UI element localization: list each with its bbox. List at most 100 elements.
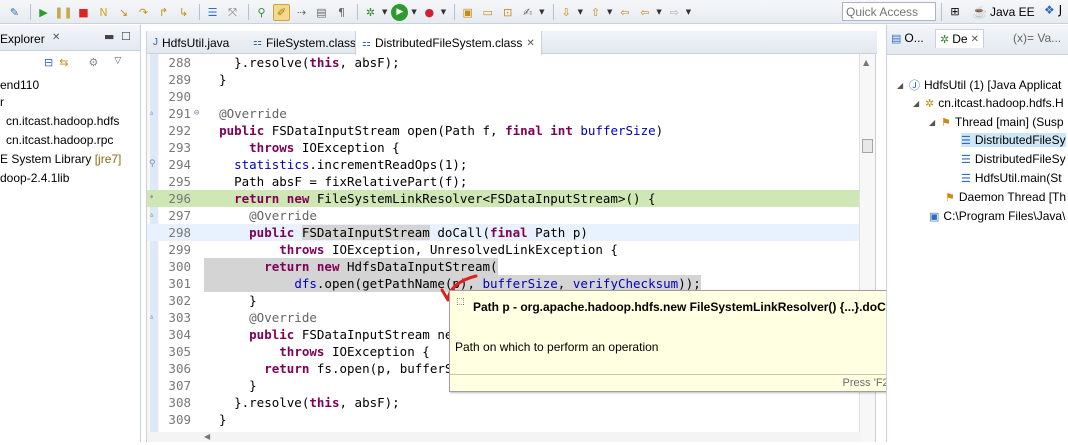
chevron-down-icon[interactable]: ▼ xyxy=(607,8,612,16)
code-line[interactable]: 298 public FSDataInputStream doCall(fina… xyxy=(147,224,861,241)
stack-frame-item[interactable]: ☰ DistributedFileSy xyxy=(961,152,1066,166)
code-text: } xyxy=(204,412,227,427)
process-item[interactable]: ▣ C:\Program Files\Java\ xyxy=(929,209,1065,223)
code-line[interactable]: ⚲ 294 statistics.incrementReadOps(1); xyxy=(147,156,861,173)
scrollbar-thumb[interactable] xyxy=(862,139,873,153)
close-icon[interactable]: ✕ xyxy=(526,38,534,49)
editor-tab[interactable]: J HdfsUtil.java xyxy=(147,31,235,54)
use-step-filters-icon[interactable]: ☰ xyxy=(204,4,221,21)
thread-item[interactable]: ⚑ Daemon Thread [Th xyxy=(945,190,1066,204)
chevron-down-icon[interactable]: ▼ xyxy=(382,8,387,16)
perspective-java[interactable]: ❖ J xyxy=(1044,3,1062,17)
new-java-project-icon[interactable]: ▣ xyxy=(459,4,476,21)
perspective-java-ee[interactable]: ☕ Java EE xyxy=(968,2,1039,22)
forward-icon[interactable]: ⇨ xyxy=(666,4,683,21)
run-icon[interactable]: ▶ xyxy=(391,3,409,21)
thread-item[interactable]: ◢ ⚑ Thread [main] (Susp xyxy=(929,115,1064,129)
horizontal-scrollbar[interactable]: ◀ xyxy=(147,432,861,442)
editor-tab[interactable]: ⚏ FileSystem.class xyxy=(247,31,362,54)
toggle-mark-occurrences-icon[interactable]: ✐ xyxy=(273,3,290,21)
code-line[interactable]: 295 Path absF = fixRelativePart(f); xyxy=(147,173,861,190)
quick-access-input[interactable] xyxy=(842,2,936,21)
maximize-icon[interactable]: ☐ xyxy=(121,30,131,43)
tree-item[interactable]: cn.itcast.hadoop.hdfs xyxy=(6,114,119,128)
code-line[interactable]: 299 throws IOException, UnresolvedLinkEx… xyxy=(147,241,861,258)
code-text: return new FileSystemLinkResolver<FSData… xyxy=(234,191,656,206)
step-into-icon[interactable]: ↘ xyxy=(115,4,132,21)
open-perspective-icon[interactable]: ⊞ xyxy=(946,3,964,21)
tree-item[interactable]: doop-2.4.1lib xyxy=(0,171,69,185)
terminate-icon[interactable]: ■ xyxy=(75,4,92,21)
open-type-icon[interactable]: ⊡ xyxy=(499,4,516,21)
tab-outline[interactable]: ▤ O... xyxy=(891,31,924,45)
resume-icon[interactable]: ▶ xyxy=(35,4,52,21)
code-line[interactable]: 293 throws IOException { xyxy=(147,139,861,156)
line-number: 298 xyxy=(168,225,191,240)
tab-variables[interactable]: (x)= Va... xyxy=(1013,31,1061,45)
code-line[interactable]: 309 } xyxy=(147,411,861,428)
chevron-down-icon[interactable]: ▼ xyxy=(411,8,416,16)
close-icon[interactable]: ✕ xyxy=(52,32,60,43)
next-mark-icon[interactable]: ⇢ xyxy=(293,4,310,21)
step-over-icon[interactable]: ↷ xyxy=(135,4,152,21)
code-line[interactable]: ▵ 297 @Override xyxy=(147,207,861,224)
debug-target-icon: ✲ xyxy=(925,97,935,110)
block-selection-icon[interactable]: ▤ xyxy=(313,4,330,21)
tab-debug[interactable]: ✲ De ✕ xyxy=(935,29,984,48)
tree-item[interactable]: E System Library [jre7] xyxy=(0,152,121,166)
highlight-icon[interactable]: ⚲ xyxy=(253,4,270,21)
link-with-editor-icon[interactable]: ⇆ xyxy=(59,56,68,69)
pin-icon[interactable]: ⤧ xyxy=(224,4,241,21)
code-line[interactable]: ▵ 291 ⊖ @Override xyxy=(147,105,861,122)
stack-frame-item[interactable]: ☰ HdfsUtil.main(St xyxy=(961,171,1062,185)
filter-icon[interactable]: ⚙ xyxy=(88,56,98,69)
minimize-icon[interactable]: ▬ xyxy=(104,30,114,43)
collapse-icon[interactable]: ◢ xyxy=(913,99,921,108)
suspend-icon[interactable]: ❚❚ xyxy=(54,4,72,21)
back-icon[interactable]: ⇦ xyxy=(636,4,653,21)
editor-tab-active[interactable]: ⚏ DistributedFileSystem.class ✕ xyxy=(355,31,542,55)
debug-target-item[interactable]: ◢ ✲ cn.itcast.hadoop.hdfs.H xyxy=(913,96,1064,110)
code-line[interactable]: 292 public FSDataInputStream open(Path f… xyxy=(147,122,861,139)
code-line[interactable]: 288 }.resolve(this, absF); xyxy=(147,54,861,71)
open-folder-icon[interactable]: ▭ xyxy=(479,4,496,21)
prev-annotation-icon[interactable]: ⇧ xyxy=(587,4,604,21)
code-line[interactable]: 289 } xyxy=(147,71,861,88)
close-icon[interactable]: ✕ xyxy=(971,34,979,45)
collapse-icon[interactable]: ◢ xyxy=(929,118,937,127)
chevron-down-icon[interactable]: ▼ xyxy=(656,8,661,16)
chevron-down-icon[interactable]: ▼ xyxy=(539,8,544,16)
chevron-down-icon[interactable]: ▼ xyxy=(441,8,446,16)
toolbar-separator xyxy=(552,4,554,20)
disconnect-icon[interactable]: N xyxy=(95,4,112,21)
code-line[interactable]: 308 }.resolve(this, absF); xyxy=(147,394,861,411)
tree-item[interactable]: end110 xyxy=(0,78,39,92)
collapse-all-icon[interactable]: ⊟ xyxy=(44,56,53,69)
view-menu-icon[interactable]: ▽ xyxy=(114,56,121,69)
code-line[interactable]: 290 xyxy=(147,88,861,105)
scroll-left-icon[interactable]: ◀ xyxy=(204,432,210,441)
debug-icon[interactable]: ✲ xyxy=(362,4,379,21)
skip-breakpoints-icon[interactable]: ✎ xyxy=(6,4,23,21)
chevron-down-icon[interactable]: ▼ xyxy=(578,8,583,16)
drop-to-frame-icon[interactable]: ↳ xyxy=(175,4,192,21)
collapse-icon[interactable]: ◢ xyxy=(897,81,905,90)
java-perspective-icon: ❖ xyxy=(1044,3,1055,17)
search-icon[interactable]: ✍ xyxy=(519,4,536,21)
code-line[interactable]: 300 return new HdfsDataInputStream( xyxy=(147,258,861,275)
last-edit-icon[interactable]: ⇦ xyxy=(616,4,633,21)
fold-collapse-icon[interactable]: ⊖ xyxy=(194,105,202,122)
tree-item[interactable]: r xyxy=(0,95,4,109)
view-title[interactable]: Explorer xyxy=(0,32,45,46)
code-line[interactable]: ➧ 296 return new FileSystemLinkResolver<F… xyxy=(147,190,861,207)
stack-frame-item[interactable]: ☰ DistributedFileSy xyxy=(961,133,1066,147)
step-return-icon[interactable]: ↱ xyxy=(155,4,172,21)
run-external-icon[interactable]: ● xyxy=(421,4,438,21)
scroll-up-icon[interactable]: ▲ xyxy=(863,58,869,67)
next-annotation-icon[interactable]: ⇩ xyxy=(558,4,575,21)
tree-item[interactable]: cn.itcast.hadoop.rpc xyxy=(6,133,113,147)
chevron-down-icon[interactable]: ▼ xyxy=(686,8,691,16)
javadoc-hover-tooltip[interactable]: ⬚ Path p - org.apache.hadoop.hdfs.new Fi… xyxy=(449,290,941,392)
debug-launch-item[interactable]: ◢ Ⓙ HdfsUtil (1) [Java Applicat xyxy=(897,77,1061,93)
show-whitespace-icon[interactable]: ¶ xyxy=(333,4,350,21)
